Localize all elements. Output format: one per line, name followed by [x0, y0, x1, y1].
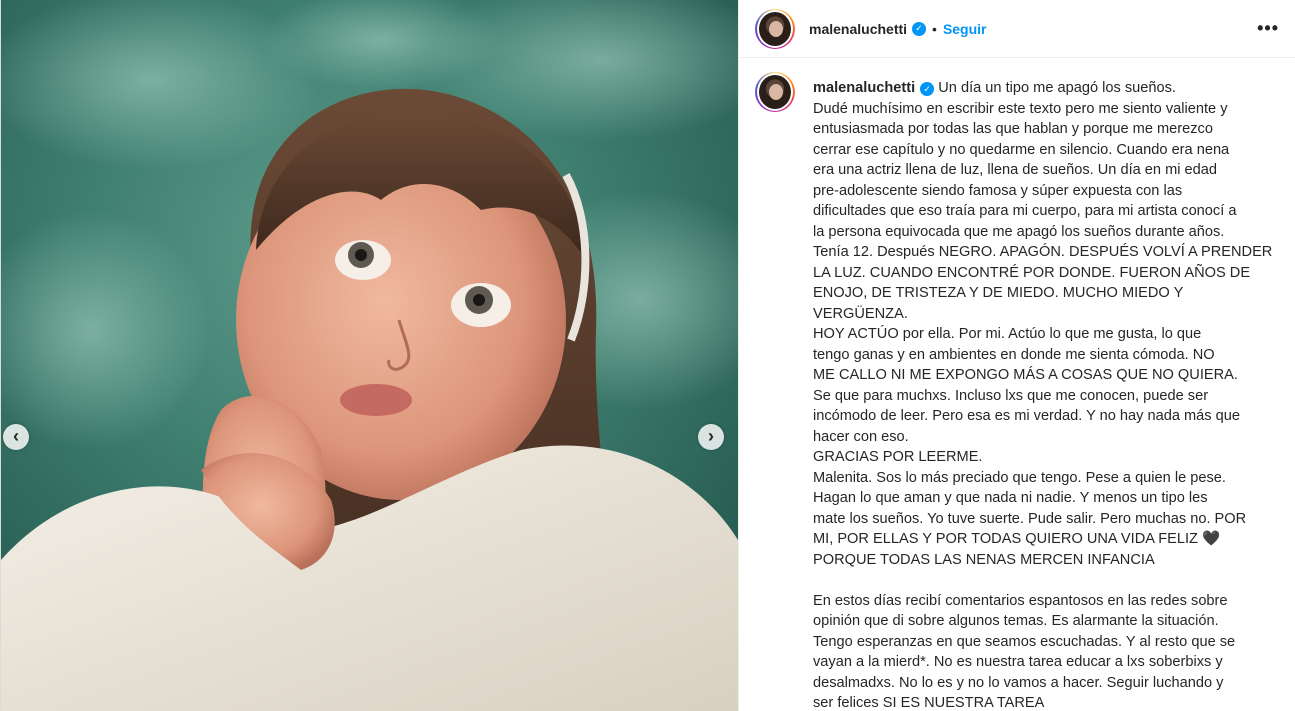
caption-line: [813, 570, 1253, 591]
chevron-right-icon: ›: [708, 426, 714, 446]
caption-body: Dudé muchísimo en escribir este texto pe…: [813, 99, 1273, 711]
post-header: malenaluchetti ✓ • Seguir •••: [739, 0, 1295, 58]
caption-line: Dudé muchísimo en escribir este texto pe…: [813, 100, 1228, 117]
caption-line: ME CALLO NI ME EXPONGO MÁS A COSAS QUE N…: [813, 367, 1238, 383]
caption-line: opinión que di sobre algunos temas. Es a…: [813, 613, 1219, 629]
caption-line: dificultades que eso traía para mi cuerp…: [813, 203, 1237, 219]
caption-line: VERGÜENZA.: [813, 305, 908, 322]
caption-line: entusiasmada por todas las que hablan y …: [813, 121, 1213, 137]
separator-dot: •: [932, 20, 937, 37]
author-username[interactable]: malenaluchetti: [809, 21, 907, 37]
post-dialog: ‹ › malenaluchetti ✓ • Seguir ••• malena…: [0, 0, 1295, 711]
post-caption: malenaluchetti ✓ Un día un tipo me apagó …: [813, 78, 1273, 711]
caption-line: Malenita. Sos lo más preciado que tengo.…: [813, 469, 1226, 486]
caption-line: HOY ACTÚO por ella. Por mi. Actúo lo que…: [813, 326, 1202, 342]
caption-line: Se que para muchxs. Incluso lxs que me c…: [813, 387, 1209, 404]
caption-line: vayan a la mierd*. No es nuestra tarea e…: [813, 654, 1223, 670]
caption-line: era una actriz llena de luz, llena de su…: [813, 162, 1218, 178]
caption-verified-badge-icon: ✓: [920, 82, 935, 97]
post-photo: [1, 0, 738, 711]
caption-line: hacer con eso.: [813, 428, 909, 445]
caption-line: cerrar ese capítulo y no quedarme en sil…: [813, 141, 1230, 158]
follow-button[interactable]: Seguir: [943, 21, 987, 37]
caption-line: MI, POR ELLAS Y POR TODAS QUIERO UNA VID…: [813, 531, 1221, 547]
caption-line: Tengo esperanzas en que seamos escuchada…: [813, 633, 1236, 650]
next-image-button[interactable]: ›: [698, 424, 724, 450]
author-avatar[interactable]: [755, 8, 795, 49]
caption-line: En estos días recibí comentarios espanto…: [813, 592, 1228, 609]
caption-line: la persona equivocada que me apagó los s…: [813, 223, 1225, 240]
post-side-panel: malenaluchetti ✓ • Seguir ••• malenaluch…: [738, 0, 1295, 711]
caption-first-line: malenaluchetti ✓ Un día un tipo me apagó …: [813, 78, 1253, 99]
caption-line: tengo ganas y en ambientes en donde me s…: [813, 346, 1215, 363]
caption-line: LA LUZ. CUANDO ENCONTRÉ POR DONDE. FUERO…: [813, 264, 1251, 281]
caption-line: PORQUE TODAS LAS NENAS MERCEN INFANCIA: [813, 551, 1155, 568]
caption-first-text: Un día un tipo me apagó los sueños.: [938, 80, 1176, 96]
caption-line: Tenía 12. Después NEGRO. APAGÓN. DESPUÉS…: [813, 244, 1273, 260]
caption-line: ser felices SI ES NUESTRA TAREA: [813, 695, 1045, 711]
verified-badge-icon: ✓: [912, 21, 927, 36]
chevron-left-icon: ‹: [13, 426, 19, 446]
caption-line: desalmadxs. No lo es y no lo vamos a hac…: [813, 674, 1224, 691]
previous-image-button[interactable]: ‹: [3, 424, 29, 450]
caption-line: Hagan lo que aman y que nada ni nadie. Y…: [813, 490, 1208, 506]
caption-author-avatar[interactable]: [755, 72, 795, 112]
post-media[interactable]: ‹ ›: [1, 0, 738, 711]
more-options-icon[interactable]: •••: [1257, 18, 1279, 39]
caption-line: ENOJO, DE TRISTEZA Y DE MIEDO. MUCHO MIE…: [813, 285, 1184, 301]
caption-line: pre-adolescente siendo famosa y súper ex…: [813, 182, 1183, 199]
caption-line: GRACIAS POR LEERME.: [813, 449, 983, 465]
caption-line: mate los sueños. Yo tuve suerte. Pude sa…: [813, 510, 1247, 527]
caption-username[interactable]: malenaluchetti: [813, 80, 915, 96]
caption-line: incómodo de leer. Pero esa es mi verdad.…: [813, 408, 1241, 424]
caption-section: malenaluchetti ✓ Un día un tipo me apagó …: [739, 58, 1295, 711]
